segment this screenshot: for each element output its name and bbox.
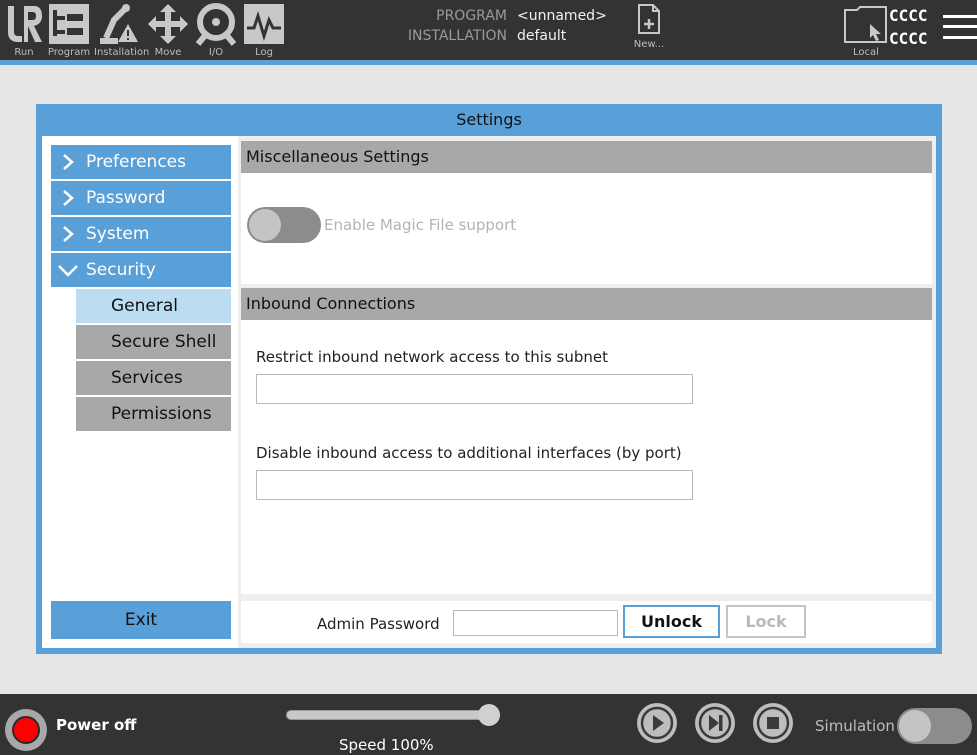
chevron-down-icon: [58, 265, 78, 277]
simulation-label: Simulation: [815, 717, 895, 735]
admin-password-bar: Admin Password Unlock Lock: [241, 601, 932, 643]
chevron-right-icon: [63, 190, 74, 206]
sidebar-subitem-services[interactable]: Services: [76, 361, 231, 395]
program-icon: [49, 4, 89, 44]
subnet-label: Restrict inbound network access to this …: [256, 348, 609, 366]
lock-button[interactable]: Lock: [726, 605, 806, 638]
toggle-knob: [899, 710, 931, 742]
move-icon: [148, 4, 188, 44]
power-label: Power off: [56, 716, 137, 734]
chevron-right-icon: [63, 154, 74, 170]
nav-io[interactable]: I/O: [192, 0, 240, 60]
bottom-bar: Power off Speed 100% Simulation: [0, 694, 977, 755]
sidebar-item-system[interactable]: System: [51, 217, 231, 251]
speed-slider-track[interactable]: [286, 710, 500, 720]
settings-title: Settings: [456, 110, 522, 129]
settings-sidebar: Preferences Password System Security Gen…: [42, 136, 238, 648]
sidebar-item-label: Security: [86, 260, 156, 280]
sidebar-subitem-permissions[interactable]: Permissions: [76, 397, 231, 431]
nav-log[interactable]: Log: [240, 0, 288, 60]
top-bar-accent: [0, 60, 977, 65]
installation-icon: [100, 4, 138, 44]
program-key: PROGRAM: [436, 8, 507, 24]
new-button-label: New...: [633, 39, 665, 50]
top-bar: Run Program Installation Move I/O Log PR…: [0, 0, 977, 60]
sidebar-subitem-general[interactable]: General: [76, 289, 231, 323]
magic-file-toggle[interactable]: [247, 207, 321, 243]
sidebar-item-preferences[interactable]: Preferences: [51, 145, 231, 179]
nav-log-label: Log: [255, 47, 273, 58]
toggle-knob: [249, 209, 281, 241]
speed-slider-thumb[interactable]: [478, 704, 500, 726]
local-control-icon: [844, 6, 887, 43]
robot-id-line2: CCCC: [889, 29, 928, 48]
admin-password-input[interactable]: [453, 610, 618, 636]
nav-program-label: Program: [47, 47, 91, 58]
inbound-connections-header: Inbound Connections: [241, 288, 932, 320]
nav-io-label: I/O: [208, 47, 224, 58]
admin-password-label: Admin Password: [317, 615, 440, 633]
stop-button[interactable]: [753, 703, 793, 743]
nav-program[interactable]: Program: [45, 0, 93, 60]
settings-window: Settings Preferences Password System Sec…: [36, 104, 942, 654]
ur-logo-icon: [8, 6, 42, 42]
step-icon: [698, 706, 732, 740]
nav-move[interactable]: Move: [144, 0, 192, 60]
installation-name: default: [517, 28, 567, 44]
new-file-icon: [638, 4, 660, 34]
program-name: <unnamed>: [517, 8, 607, 24]
nav-installation-label: Installation: [94, 47, 150, 58]
log-icon: [244, 4, 284, 44]
sidebar-item-label: Password: [86, 188, 166, 208]
exit-button[interactable]: Exit: [51, 601, 231, 639]
local-button-label: Local: [853, 47, 879, 58]
inbound-connections-panel: Inbound Connections Restrict inbound net…: [241, 288, 932, 594]
chevron-right-icon: [63, 226, 74, 242]
play-button[interactable]: [637, 703, 677, 743]
power-status-icon: [12, 716, 40, 744]
io-icon: [195, 3, 237, 46]
new-button[interactable]: New...: [628, 0, 670, 60]
subnet-input[interactable]: [256, 374, 693, 404]
settings-body: Preferences Password System Security Gen…: [42, 136, 936, 648]
misc-settings-panel: Miscellaneous Settings Enable Magic File…: [241, 141, 932, 284]
local-button[interactable]: Local: [842, 0, 890, 60]
sidebar-item-label: Preferences: [86, 152, 186, 172]
ports-label: Disable inbound access to additional int…: [256, 444, 682, 462]
nav-run[interactable]: Run: [0, 0, 48, 60]
magic-file-label: Enable Magic File support: [324, 216, 517, 234]
sidebar-subitem-secure-shell[interactable]: Secure Shell: [76, 325, 231, 359]
sidebar-item-security[interactable]: Security: [51, 253, 231, 287]
power-button[interactable]: [5, 709, 47, 751]
robot-id-line1: CCCC: [889, 6, 928, 25]
nav-installation[interactable]: Installation: [94, 0, 150, 60]
speed-label: Speed 100%: [339, 736, 434, 754]
step-button[interactable]: [695, 703, 735, 743]
menu-hamburger-icon[interactable]: [943, 12, 977, 42]
ports-input[interactable]: [256, 470, 693, 500]
sidebar-item-password[interactable]: Password: [51, 181, 231, 215]
nav-run-label: Run: [14, 47, 34, 58]
stop-icon: [756, 706, 790, 740]
misc-settings-header: Miscellaneous Settings: [241, 141, 932, 173]
sidebar-item-label: System: [86, 224, 150, 244]
installation-key: INSTALLATION: [407, 28, 507, 44]
play-icon: [640, 706, 674, 740]
nav-move-label: Move: [154, 47, 182, 58]
unlock-button[interactable]: Unlock: [623, 605, 720, 638]
simulation-toggle[interactable]: [897, 708, 972, 744]
